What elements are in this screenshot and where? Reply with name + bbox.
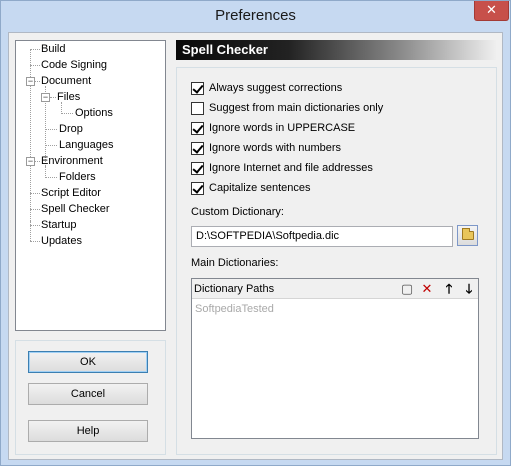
close-icon: ✕ (486, 2, 497, 17)
help-button[interactable]: Help (28, 420, 148, 442)
tree-line (30, 225, 40, 226)
window-title: Preferences (215, 7, 296, 24)
dialog-buttons-group: OK Cancel Help (15, 340, 166, 455)
option-label: Ignore words in UPPERCASE (209, 122, 356, 134)
tree-line (30, 49, 40, 50)
browse-dictionary-button[interactable] (457, 225, 478, 246)
new-item-icon[interactable]: ▢ (399, 281, 415, 297)
tree-line (61, 113, 73, 114)
tree-line (30, 241, 40, 242)
tree-line (30, 209, 40, 210)
move-up-icon[interactable]: 🡑 (441, 281, 457, 297)
option-label: Ignore words with numbers (209, 142, 342, 154)
tree-item-script-editor[interactable]: Script Editor (41, 186, 101, 200)
tree-line (30, 193, 40, 194)
ok-button[interactable]: OK (28, 351, 148, 373)
cancel-button[interactable]: Cancel (28, 383, 148, 405)
checkbox-ignore-uppercase[interactable] (191, 122, 204, 135)
checkbox-ignore-addresses[interactable] (191, 162, 204, 175)
tree-item-spell-checker[interactable]: Spell Checker (41, 202, 109, 216)
tree-item-document[interactable]: Document (41, 74, 91, 88)
section-header: Spell Checker (176, 40, 497, 60)
collapse-toggle-environment[interactable]: − (26, 157, 35, 166)
dictionary-paths-list[interactable]: Dictionary Paths ▢ ✕ 🡑 🡓 SoftpediaTested (191, 278, 479, 439)
collapse-toggle-document[interactable]: − (26, 77, 35, 86)
tree-item-startup[interactable]: Startup (41, 218, 76, 232)
folder-icon (462, 228, 474, 240)
tree-line (30, 221, 31, 241)
tree-item-code-signing[interactable]: Code Signing (41, 58, 107, 72)
category-tree[interactable]: − − − Build Code Signing Document Files … (15, 40, 166, 331)
tree-item-build[interactable]: Build (41, 42, 65, 56)
delete-icon[interactable]: ✕ (419, 281, 435, 297)
collapse-toggle-files[interactable]: − (41, 93, 50, 102)
tree-item-updates[interactable]: Updates (41, 234, 82, 248)
dialog-client-area: − − − Build Code Signing Document Files … (8, 32, 503, 460)
custom-dictionary-label: Custom Dictionary: (191, 206, 284, 218)
tree-item-drop[interactable]: Drop (59, 122, 83, 136)
section-title: Spell Checker (182, 42, 268, 57)
tree-line (45, 129, 57, 130)
preferences-window: Preferences ✕ − − − Build Code Signing D… (0, 0, 511, 466)
spell-checker-panel: Always suggest corrections Suggest from … (176, 67, 497, 455)
option-label: Suggest from main dictionaries only (209, 102, 384, 114)
tree-line (45, 145, 57, 146)
checkbox-ignore-numbers[interactable] (191, 142, 204, 155)
option-label: Ignore Internet and file addresses (209, 162, 373, 174)
tree-item-folders[interactable]: Folders (59, 170, 96, 184)
tree-item-languages[interactable]: Languages (59, 138, 113, 152)
checkbox-always-suggest[interactable] (191, 82, 204, 95)
tree-item-environment[interactable]: Environment (41, 154, 103, 168)
checkbox-capitalize-sentences[interactable] (191, 182, 204, 195)
tree-line (50, 97, 56, 98)
option-label: Always suggest corrections (209, 82, 343, 94)
tree-line (45, 177, 57, 178)
close-button[interactable]: ✕ (474, 1, 509, 21)
tree-item-files[interactable]: Files (57, 90, 80, 104)
tree-line (35, 81, 40, 82)
move-down-icon[interactable]: 🡓 (461, 281, 477, 297)
tree-line (35, 161, 40, 162)
dictionary-paths-header: Dictionary Paths (194, 283, 275, 295)
checkbox-main-dictionaries-only[interactable] (191, 102, 204, 115)
main-dictionaries-label: Main Dictionaries: (191, 257, 279, 269)
tree-item-options[interactable]: Options (75, 106, 113, 120)
custom-dictionary-field[interactable]: D:\SOFTPEDIA\Softpedia.dic (191, 226, 453, 247)
list-header: Dictionary Paths ▢ ✕ 🡑 🡓 (192, 279, 478, 299)
option-label: Capitalize sentences (209, 182, 311, 194)
tree-line (30, 49, 31, 221)
title-bar[interactable]: Preferences ✕ (1, 1, 510, 32)
tree-line (30, 65, 40, 66)
list-item[interactable]: SoftpediaTested (195, 303, 274, 315)
